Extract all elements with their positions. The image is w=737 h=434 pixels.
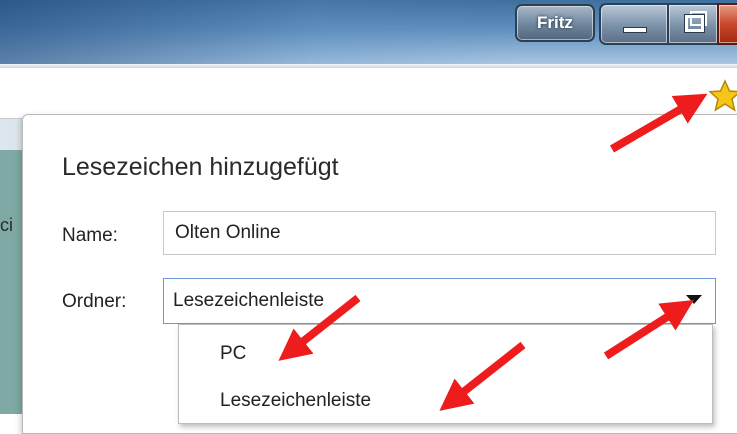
bookmark-name-input[interactable]: Olten Online: [163, 211, 716, 255]
page-divider: [0, 118, 22, 119]
profile-button[interactable]: Fritz: [515, 4, 595, 42]
background-text: ci: [0, 215, 13, 235]
folder-select[interactable]: Lesezeichenleiste: [163, 278, 716, 324]
minimize-button[interactable]: [599, 3, 669, 45]
bubble-title: Lesezeichen hinzugefügt: [62, 153, 339, 181]
toolbar-divider: [0, 64, 737, 68]
page-background-top: [0, 119, 22, 150]
maximize-button[interactable]: [667, 3, 719, 45]
folder-option-pc[interactable]: PC: [220, 343, 246, 365]
minimize-icon: [623, 27, 647, 33]
chevron-down-icon[interactable]: [686, 295, 702, 304]
window-titlebar: Fritz: [0, 0, 737, 64]
star-icon[interactable]: [708, 79, 737, 113]
close-button[interactable]: [717, 3, 737, 45]
name-label: Name:: [62, 225, 118, 246]
maximize-icon: [684, 14, 705, 33]
titlebar-glass: [0, 0, 520, 64]
page-background-panel: [0, 150, 22, 414]
folder-option-bookmarks-bar[interactable]: Lesezeichenleiste: [220, 390, 371, 412]
folder-label: Ordner:: [62, 291, 127, 312]
